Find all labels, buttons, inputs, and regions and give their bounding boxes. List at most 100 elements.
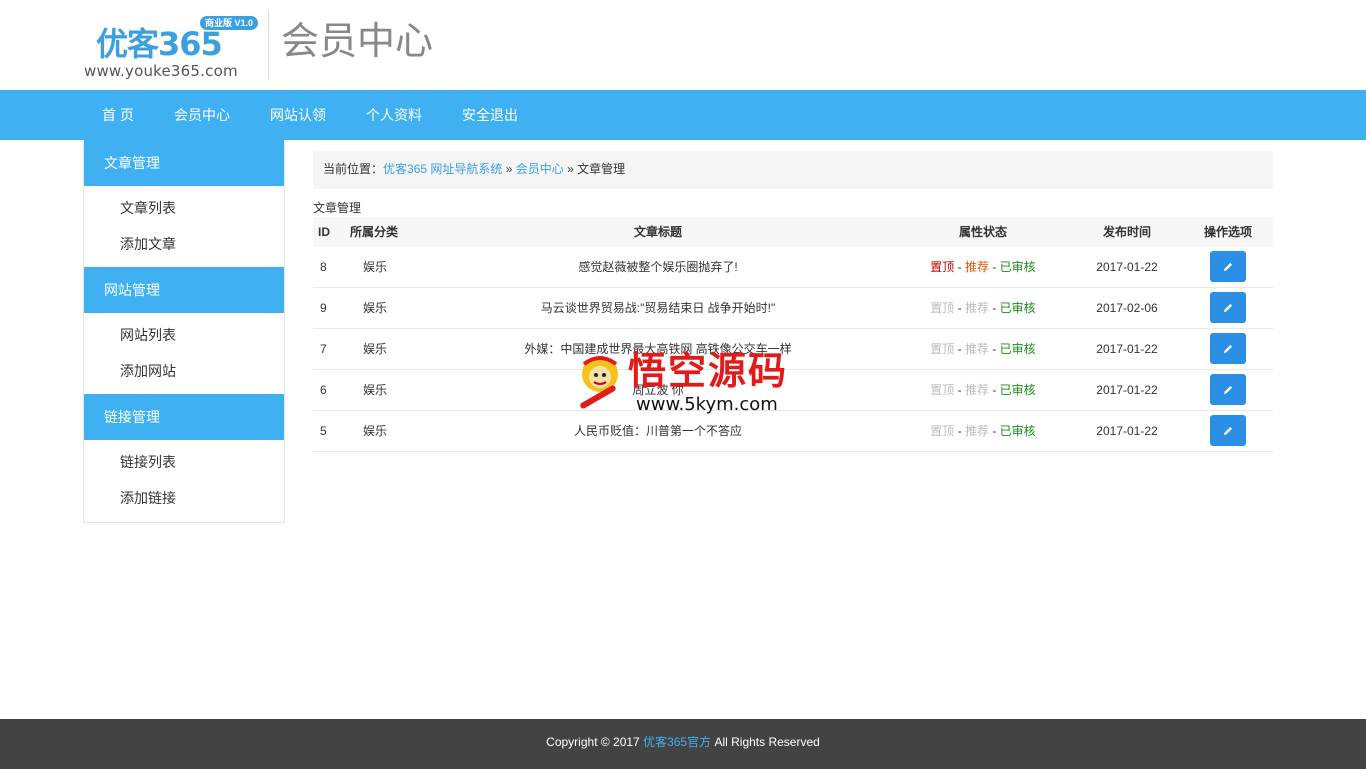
status-audited: 已审核 [999,260,1036,274]
cell-date: 2017-01-22 [1096,260,1158,274]
edit-button[interactable] [1210,374,1246,405]
status-audited: 已审核 [999,424,1036,438]
footer: Copyright © 2017 优客365官方 All Rights Rese… [0,719,1366,769]
watermark-text: 悟空源码 [628,348,789,393]
nav-item-logout[interactable]: 安全退出 [462,90,518,140]
cell-category: 娱乐 [363,260,388,274]
cell-id: 8 [320,260,327,274]
cell-date: 2017-01-22 [1096,424,1158,438]
status-top[interactable]: 置顶 [930,383,954,397]
cell-status: 置顶 - 推荐 - 已审核 [913,288,1053,328]
status-audited: 已审核 [999,301,1036,315]
cell-status: 置顶 - 推荐 - 已审核 [913,247,1053,287]
nav-item-member-center[interactable]: 会员中心 [174,90,230,140]
status-separator: - [989,424,1000,438]
edit-button[interactable] [1210,292,1246,323]
status-top[interactable]: 置顶 [930,342,954,356]
status-separator: - [954,383,965,397]
cell-status: 置顶 - 推荐 - 已审核 [913,370,1053,410]
status-recommend[interactable]: 推荐 [965,342,989,356]
status-recommend[interactable]: 推荐 [965,424,989,438]
sidebar-item-add-article[interactable]: 添加文章 [120,234,176,254]
status-separator: - [954,424,965,438]
pencil-icon [1224,262,1232,271]
table-header: ID 所属分类 文章标题 属性状态 发布时间 操作选项 [313,217,1273,247]
cell-status: 置顶 - 推荐 - 已审核 [913,329,1053,369]
cell-date: 2017-02-06 [1096,301,1158,315]
breadcrumb-separator: » [563,162,578,176]
breadcrumb-current: 文章管理 [577,162,626,176]
column-header-actions: 操作选项 [1203,225,1252,239]
footer-link[interactable]: 优客365官方 [643,735,711,749]
edit-button[interactable] [1210,333,1246,364]
status-separator: - [954,301,965,315]
sidebar-group-sites[interactable]: 网站管理 [84,267,284,313]
nav-item-home[interactable]: 首 页 [102,90,134,140]
cell-category: 娱乐 [363,301,388,315]
status-separator: - [989,301,1000,315]
cell-status: 置顶 - 推荐 - 已审核 [913,411,1053,451]
edit-button[interactable] [1210,251,1246,282]
status-recommend[interactable]: 推荐 [965,383,989,397]
page-title: 会员中心 [281,19,434,63]
breadcrumb-site-link[interactable]: 优客365 网址导航系统 [383,162,502,176]
cell-id: 9 [320,301,327,315]
sidebar-item-link-list[interactable]: 链接列表 [120,452,176,472]
status-separator: - [989,342,1000,356]
nav-item-site-claim[interactable]: 网站认领 [270,90,326,140]
pencil-icon [1224,385,1232,394]
watermark: 悟空源码 www.5kym.com [570,348,800,420]
cell-id: 6 [320,383,327,397]
table-row: 8 娱乐 感觉赵薇被整个娱乐圈抛弃了! 置顶 - 推荐 - 已审核 2017-01-22 [313,247,1273,288]
sidebar-item-add-site[interactable]: 添加网站 [120,361,176,381]
pencil-icon [1224,344,1232,353]
table-row: 9 娱乐 马云谈世界贸易战:"贸易结束日 战争开始时!" 置顶 - 推荐 - 已审核 2… [313,288,1273,329]
breadcrumb: 当前位置：优客365 网址导航系统 » 会员中心 » 文章管理 [313,151,1273,189]
status-separator: - [954,342,965,356]
cell-title: 感觉赵薇被整个娱乐圈抛弃了! [578,260,738,274]
column-header-status: 属性状态 [958,225,1007,239]
breadcrumb-separator: » [502,162,516,176]
status-recommend[interactable]: 推荐 [965,260,989,274]
cell-id: 5 [320,424,327,438]
breadcrumb-member-link[interactable]: 会员中心 [516,162,564,176]
cell-category: 娱乐 [363,383,388,397]
pencil-icon [1224,426,1232,435]
watermark-url: www.5kym.com [636,394,778,415]
sidebar: 文章管理 文章列表 添加文章 网站管理 网站列表 添加网站 链接管理 链接列表 … [83,140,285,523]
breadcrumb-prefix: 当前位置： [323,162,384,176]
top-nav: 首 页 会员中心 网站认领 个人资料 安全退出 [0,90,1366,140]
column-header-title: 文章标题 [633,225,682,239]
status-audited: 已审核 [999,383,1036,397]
nav-item-profile[interactable]: 个人资料 [366,90,422,140]
logo[interactable]: 商业版 V1.0 优客365 www.youke365.com [84,12,259,82]
sidebar-item-site-list[interactable]: 网站列表 [120,325,176,345]
sidebar-item-article-list[interactable]: 文章列表 [120,198,176,218]
logo-url: www.youke365.com [84,62,238,80]
status-separator: - [954,260,965,274]
monkey-logo-icon [580,356,618,409]
cell-category: 娱乐 [363,424,388,438]
cell-date: 2017-01-22 [1096,383,1158,397]
footer-copyright: Copyright © 2017 [546,735,644,749]
sidebar-group-links[interactable]: 链接管理 [84,394,284,440]
status-separator: - [989,260,1000,274]
cell-title: 马云谈世界贸易战:"贸易结束日 战争开始时!" [540,301,776,315]
status-top[interactable]: 置顶 [930,424,954,438]
status-top[interactable]: 置顶 [930,260,954,274]
status-top[interactable]: 置顶 [930,301,954,315]
header-divider [268,10,269,80]
sidebar-group-articles[interactable]: 文章管理 [84,140,284,186]
sidebar-item-add-link[interactable]: 添加链接 [120,488,176,508]
logo-text: 优客365 [96,25,223,63]
cell-category: 娱乐 [363,342,388,356]
status-recommend[interactable]: 推荐 [965,301,989,315]
pencil-icon [1224,303,1232,312]
section-title: 文章管理 [313,201,362,215]
cell-id: 7 [320,342,327,356]
status-separator: - [989,383,1000,397]
column-header-id: ID [318,225,330,239]
header: 商业版 V1.0 优客365 www.youke365.com 会员中心 [0,0,1366,90]
edit-button[interactable] [1210,415,1246,446]
status-audited: 已审核 [999,342,1036,356]
